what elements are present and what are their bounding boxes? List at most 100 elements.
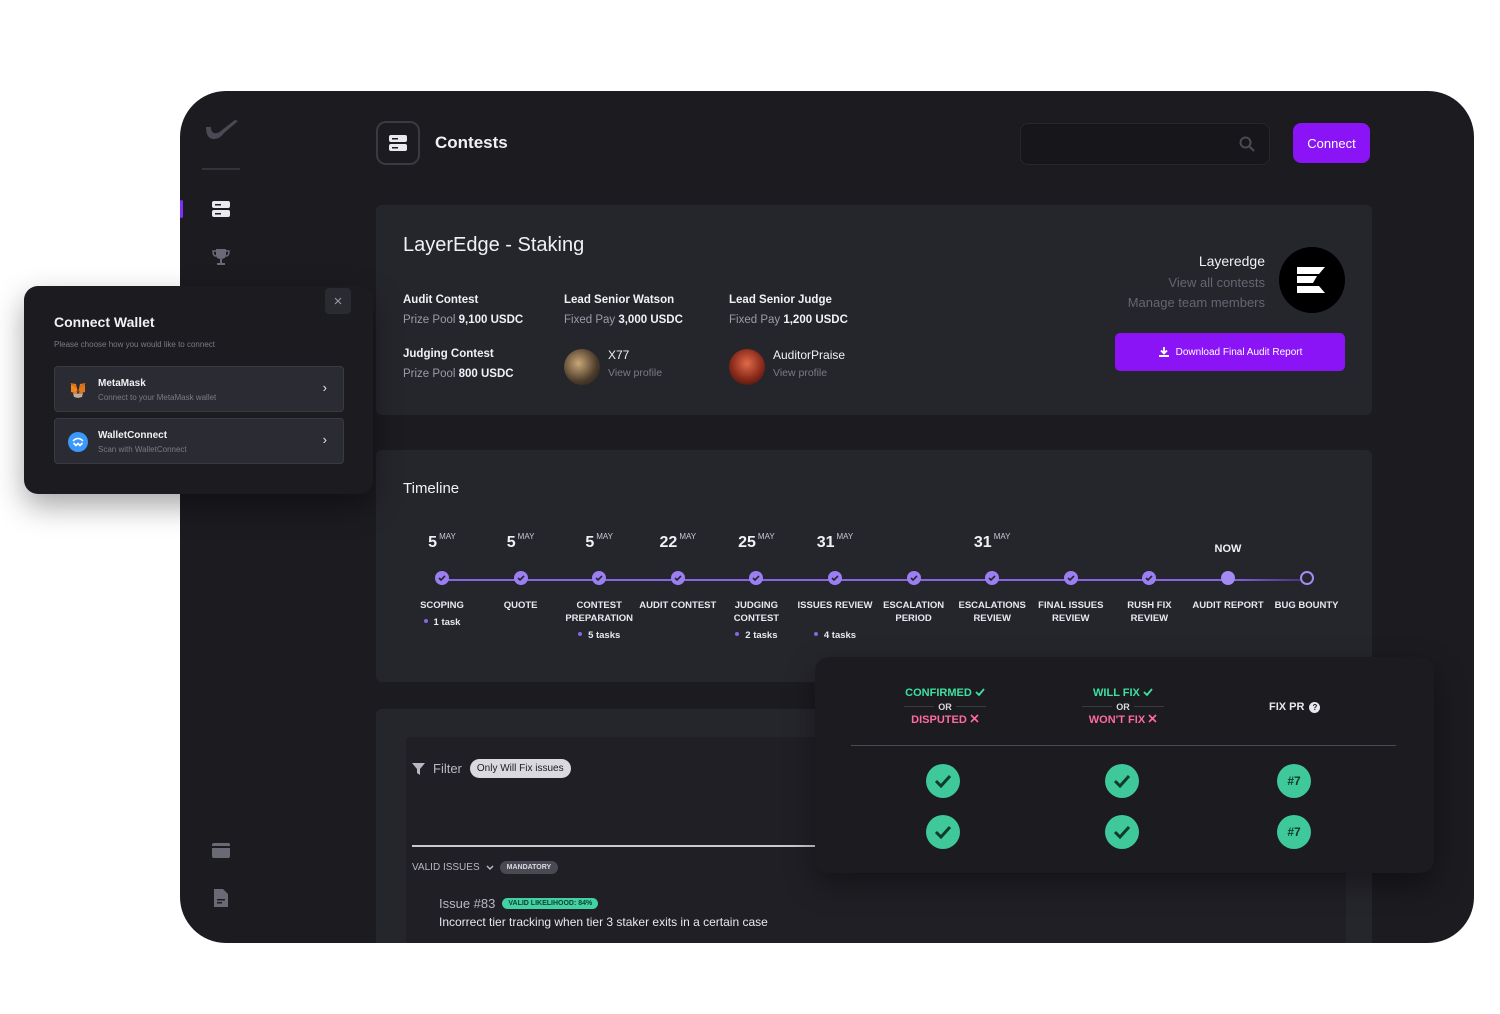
avatar[interactable] — [564, 349, 600, 385]
timeline-step-label: FINAL ISSUES REVIEW — [1038, 600, 1104, 624]
lead-watson-label: Lead Senior Watson — [564, 294, 675, 306]
timeline-title: Timeline — [403, 480, 460, 497]
likelihood-badge: VALID LIKELIHOOD: 84% — [502, 898, 599, 909]
fix-pr-label: FIX PR — [1269, 701, 1305, 713]
chevron-down-icon — [486, 864, 494, 870]
sidebar-divider — [202, 168, 240, 170]
check-icon — [988, 575, 996, 581]
sidebar — [180, 91, 262, 943]
will-fix-label: WILL FIX — [1093, 687, 1140, 699]
wallet-option-metamask[interactable]: MetaMask Connect to your MetaMask wallet… — [54, 366, 344, 412]
timeline-date: 22 MAY — [659, 532, 697, 551]
close-icon[interactable]: × — [325, 288, 351, 314]
timeline-completed-dot[interactable] — [670, 571, 685, 585]
timeline-card: Timeline 5 MAY SCOPING 1 task 5 MAY QUOTE 5 MAY C… — [376, 450, 1372, 682]
timeline-completed-dot[interactable] — [592, 571, 607, 585]
watson-name[interactable]: X77 — [608, 348, 629, 362]
wallet-option-name: MetaMask — [98, 378, 146, 389]
valid-issues-header[interactable]: VALID ISSUES MANDATORY — [412, 861, 559, 874]
fix-pr-header: FIX PR ? — [1269, 701, 1321, 713]
timeline-date: 5 MAY — [506, 532, 535, 551]
judging-prize-pool: Prize Pool 800 USDC — [403, 368, 514, 380]
confirmed-check-badge — [926, 764, 960, 798]
timeline-step-tasks[interactable]: 4 tasks — [795, 630, 875, 641]
timeline-step-label: JUDGING CONTEST — [733, 600, 780, 624]
download-report-button[interactable]: Download Final Audit Report — [1115, 333, 1345, 371]
avatar[interactable] — [729, 349, 765, 385]
chevron-right-icon: › — [322, 432, 327, 447]
timeline-completed-dot[interactable] — [906, 571, 921, 585]
sidebar-item-docs[interactable] — [210, 887, 232, 909]
fix-pr-badge[interactable]: #7 — [1277, 764, 1311, 798]
confirmed-disputed-header: CONFIRMED OR DISPUTED — [865, 687, 1025, 726]
metamask-icon — [70, 383, 86, 398]
timeline-now-label: NOW — [1214, 543, 1242, 555]
lead-judge-label: Lead Senior Judge — [729, 294, 832, 306]
modal-title: Connect Wallet — [54, 314, 155, 330]
sidebar-item-wallet[interactable] — [210, 839, 232, 861]
judge-profile-link[interactable]: View profile — [773, 367, 827, 379]
timeline-upcoming-dot[interactable] — [1299, 571, 1314, 585]
will-fix-check-badge — [1105, 815, 1139, 849]
timeline-completed-dot[interactable] — [513, 571, 528, 585]
connect-button[interactable]: Connect — [1293, 123, 1370, 163]
search-input[interactable] — [1020, 123, 1270, 165]
timeline-date: 31 MAY — [973, 532, 1011, 551]
judge-name[interactable]: AuditorPraise — [773, 348, 845, 362]
logo-icon[interactable] — [202, 119, 242, 145]
timeline-completed-dot[interactable] — [749, 571, 764, 585]
server-icon — [212, 201, 230, 217]
page-icon-box — [376, 121, 420, 165]
check-icon — [1067, 575, 1075, 581]
wallet-option-walletconnect[interactable]: WalletConnect Scan with WalletConnect › — [54, 418, 344, 464]
sidebar-item-contests[interactable] — [210, 198, 232, 220]
timeline-current-dot[interactable] — [1221, 571, 1235, 585]
timeline-step-label: AUDIT CONTEST — [639, 600, 717, 611]
download-icon — [1158, 347, 1169, 357]
help-icon[interactable]: ? — [1309, 701, 1321, 713]
org-logo — [1279, 247, 1345, 313]
or-label: OR — [938, 702, 952, 712]
sidebar-item-leaderboard[interactable] — [210, 246, 232, 268]
contest-title: LayerEdge - Staking — [403, 234, 585, 256]
timeline-step-tasks[interactable]: 5 tasks — [559, 630, 639, 641]
audit-prize-pool: Prize Pool 9,100 USDC — [403, 314, 524, 326]
check-icon — [438, 575, 446, 581]
fix-panel-divider — [851, 745, 1396, 746]
filter-label[interactable]: Filter — [433, 761, 462, 776]
lead-judge-pay: Fixed Pay 1,200 USDC — [729, 314, 848, 326]
timeline-step-tasks[interactable]: 2 tasks — [716, 630, 796, 641]
issue-id[interactable]: Issue #83 VALID LIKELIHOOD: 84% — [439, 896, 599, 911]
page-title: Contests — [435, 133, 508, 152]
timeline-completed-dot[interactable] — [1063, 571, 1078, 585]
wallet-icon — [212, 843, 230, 858]
trophy-icon — [212, 249, 230, 265]
timeline-step-label: SCOPING — [420, 600, 464, 611]
watson-profile-link[interactable]: View profile — [608, 367, 662, 379]
fix-pr-badge[interactable]: #7 — [1277, 815, 1311, 849]
valid-issues-label: VALID ISSUES — [412, 862, 480, 873]
download-label: Download Final Audit Report — [1175, 346, 1303, 358]
timeline-completed-dot[interactable] — [435, 571, 449, 585]
timeline-completed-dot[interactable] — [1142, 571, 1157, 585]
timeline-step-label: ISSUES REVIEW — [797, 600, 873, 611]
modal-subtitle: Please choose how you would like to conn… — [54, 340, 215, 349]
issue-title[interactable]: Incorrect tier tracking when tier 3 stak… — [439, 915, 768, 929]
confirmed-label: CONFIRMED — [905, 687, 972, 699]
check-icon — [910, 575, 918, 581]
search-icon[interactable] — [1239, 136, 1255, 152]
filter-icon[interactable] — [412, 762, 425, 775]
filter-chip[interactable]: Only Will Fix issues — [469, 759, 571, 778]
connect-wallet-modal: × Connect Wallet Please choose how you w… — [24, 286, 373, 494]
view-all-contests-link[interactable]: View all contests — [1168, 275, 1265, 290]
contest-card: LayerEdge - Staking Audit Contest Prize … — [376, 205, 1372, 415]
manage-team-link[interactable]: Manage team members — [1128, 295, 1265, 310]
timeline-step-tasks[interactable]: 1 task — [402, 617, 482, 628]
walletconnect-icon — [68, 432, 88, 452]
timeline-completed-dot[interactable] — [828, 571, 842, 585]
filter-row: Filter Only Will Fix issues — [412, 759, 571, 778]
timeline-step-label: ESCALATIONS REVIEW — [958, 600, 1026, 624]
check-icon — [934, 825, 952, 839]
check-icon — [975, 688, 985, 697]
timeline-completed-dot[interactable] — [985, 571, 1000, 585]
